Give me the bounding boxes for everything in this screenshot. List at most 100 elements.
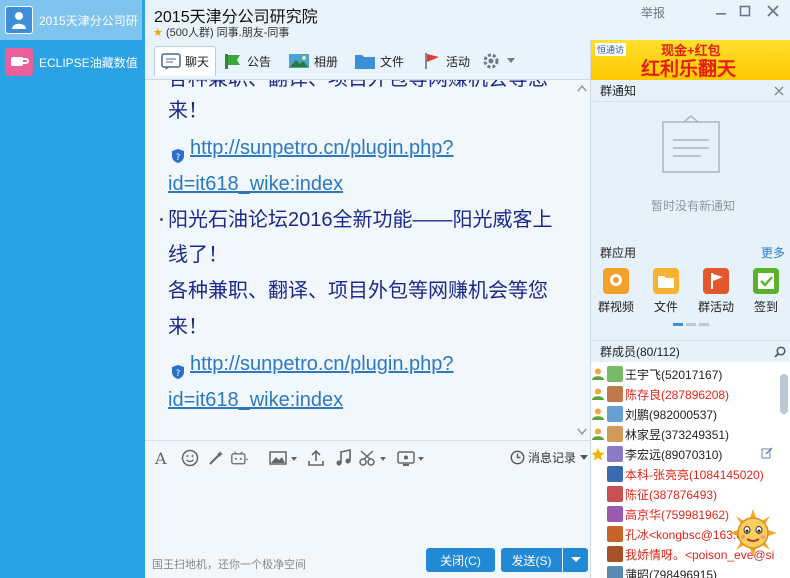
- member-name: 王宇飞(52017167): [625, 367, 723, 382]
- close-icon[interactable]: [774, 86, 784, 96]
- tab-announcement[interactable]: 公告: [223, 46, 271, 76]
- tab-activity[interactable]: 活动: [422, 46, 470, 76]
- app-group-video[interactable]: 群视频: [594, 268, 638, 315]
- message-text: 来！: [168, 316, 208, 338]
- svg-text:?: ?: [176, 369, 181, 379]
- avatar: [607, 486, 623, 502]
- svg-text:A: A: [154, 449, 167, 467]
- settings-menu[interactable]: [481, 46, 519, 76]
- member-name: 林家昱(373249351): [625, 427, 730, 442]
- announcement-icon: [225, 54, 240, 69]
- avatar: [607, 446, 623, 462]
- group-tabs: 聊天 公告 相册 文件 活动: [145, 40, 590, 80]
- music-icon[interactable]: [335, 449, 353, 467]
- chat-header: 2015天津分公司研究院 ★ (500人群) 同事.朋友-同事 举报: [145, 0, 790, 40]
- input-toolbar: A 消息记录: [145, 440, 590, 472]
- search-icon[interactable]: [774, 346, 786, 358]
- banner-main-text: 红利乐翻天: [641, 59, 737, 80]
- scroll-up-icon[interactable]: [577, 84, 587, 92]
- tab-label: 活动: [446, 54, 471, 69]
- message-link[interactable]: http://sunpetro.cn/plugin.php?: [190, 131, 454, 165]
- minimize-icon[interactable]: [713, 3, 729, 19]
- link-shield-icon: ?: [172, 365, 184, 379]
- tab-album[interactable]: 相册: [288, 46, 338, 76]
- message-link[interactable]: id=it618_wike:index: [168, 383, 343, 417]
- history-label: 消息记录: [528, 451, 577, 465]
- notice-title: 群通知: [600, 84, 637, 98]
- scissors-icon[interactable]: [359, 449, 389, 467]
- session-name: ECLIPSE油藏数值: [39, 55, 138, 70]
- send-options-button[interactable]: [563, 548, 588, 572]
- tab-label: 公告: [247, 54, 272, 69]
- member-row[interactable]: 陈存良(287896208): [591, 384, 781, 404]
- right-panel: 恒通访 现金+红包 红利乐翻天 群通知 暂时没有新通知 群应用 更多 群视频 文…: [590, 40, 790, 578]
- link-shield-icon: ?: [172, 149, 184, 163]
- sun-emoji-icon: [729, 509, 777, 557]
- close-icon[interactable]: [765, 3, 781, 19]
- member-row[interactable]: 刘鹏(982000537): [591, 404, 781, 424]
- message-link[interactable]: http://sunpetro.cn/plugin.php?: [190, 347, 454, 381]
- avatar: [607, 406, 623, 422]
- member-row[interactable]: 林家昱(373249351): [591, 424, 781, 444]
- app-label: 群视频: [597, 300, 634, 314]
- member-row[interactable]: 陈征(387876493): [591, 484, 781, 504]
- member-name: 刘鹏(982000537): [625, 407, 718, 422]
- report-link[interactable]: 举报: [641, 4, 665, 21]
- app-checkin[interactable]: 签到: [744, 268, 788, 315]
- image-icon[interactable]: [269, 449, 299, 467]
- chevron-down-icon: [570, 557, 581, 562]
- upload-icon[interactable]: [307, 449, 325, 467]
- font-icon[interactable]: A: [153, 449, 171, 467]
- maximize-icon[interactable]: [737, 3, 753, 19]
- close-button[interactable]: 关闭(C): [426, 548, 495, 572]
- session-list: 2015天津分公司研 ECLIPSE油藏数值: [0, 0, 145, 578]
- ad-text[interactable]: 国王扫地机，还你一个极净空间: [152, 556, 306, 572]
- app-group-activity[interactable]: 群活动: [694, 268, 738, 315]
- owner-crown-icon: [591, 447, 605, 461]
- app-label: 文件: [653, 300, 678, 314]
- gif-icon[interactable]: [231, 449, 249, 467]
- message-text: 阳光石油论坛2016全新功能——阳光威客上: [168, 209, 553, 231]
- message-input[interactable]: 国王扫地机，还你一个极净空间 关闭(C) 发送(S): [145, 472, 590, 578]
- magic-icon[interactable]: [207, 449, 225, 467]
- send-button[interactable]: 发送(S): [501, 548, 562, 572]
- history-button[interactable]: 消息记录: [510, 449, 589, 466]
- member-name: 陈征(387876493): [625, 487, 718, 502]
- promo-banner[interactable]: 恒通访 现金+红包 红利乐翻天: [591, 40, 790, 80]
- member-spacer: [591, 567, 605, 578]
- member-name: 高京华(759981962): [625, 507, 730, 522]
- tab-files[interactable]: 文件: [354, 46, 404, 76]
- member-spacer: [591, 527, 605, 541]
- tab-chat[interactable]: 聊天: [154, 46, 217, 76]
- chat-icon: [161, 52, 181, 70]
- star-icon: ★: [153, 27, 163, 39]
- member-list-scrollbar[interactable]: [780, 374, 788, 414]
- cup-avatar-icon: [5, 48, 33, 76]
- message-text: 线了！: [168, 244, 228, 266]
- session-item-eclipse[interactable]: ECLIPSE油藏数值: [0, 42, 142, 82]
- member-name: 蒲昭(798496915): [625, 567, 718, 578]
- member-person-icon: [591, 367, 605, 381]
- svg-text:?: ?: [176, 153, 181, 163]
- member-row[interactable]: 本科-张亮亮(1084145020): [591, 464, 781, 484]
- app-file[interactable]: 文件: [644, 268, 688, 315]
- session-name: 2015天津分公司研: [39, 13, 138, 28]
- edit-icon[interactable]: [761, 446, 773, 462]
- member-name: 孔冰<kongbsc@163.c: [625, 527, 743, 542]
- member-row[interactable]: 李宏远(89070310): [591, 444, 781, 464]
- message-area[interactable]: 各种兼职、翻译、项目外包等网赚机会等您 来！ ? http://sunpetro…: [145, 80, 590, 440]
- screen-share-icon[interactable]: [397, 449, 427, 467]
- apps-pager[interactable]: [673, 323, 709, 327]
- member-spacer: [591, 547, 605, 561]
- chevron-down-icon: [507, 58, 515, 63]
- session-item-group[interactable]: 2015天津分公司研: [0, 0, 142, 40]
- member-row[interactable]: 蒲昭(798496915): [591, 564, 781, 578]
- apps-header: 群应用 更多: [591, 242, 790, 264]
- app-label: 签到: [753, 300, 778, 314]
- tab-label: 聊天: [185, 55, 210, 69]
- emoji-icon[interactable]: [181, 449, 199, 467]
- apps-more-link[interactable]: 更多: [761, 242, 785, 264]
- scroll-down-icon[interactable]: [577, 428, 587, 436]
- member-row[interactable]: 王宇飞(52017167): [591, 364, 781, 384]
- message-link[interactable]: id=it618_wike:index: [168, 167, 343, 201]
